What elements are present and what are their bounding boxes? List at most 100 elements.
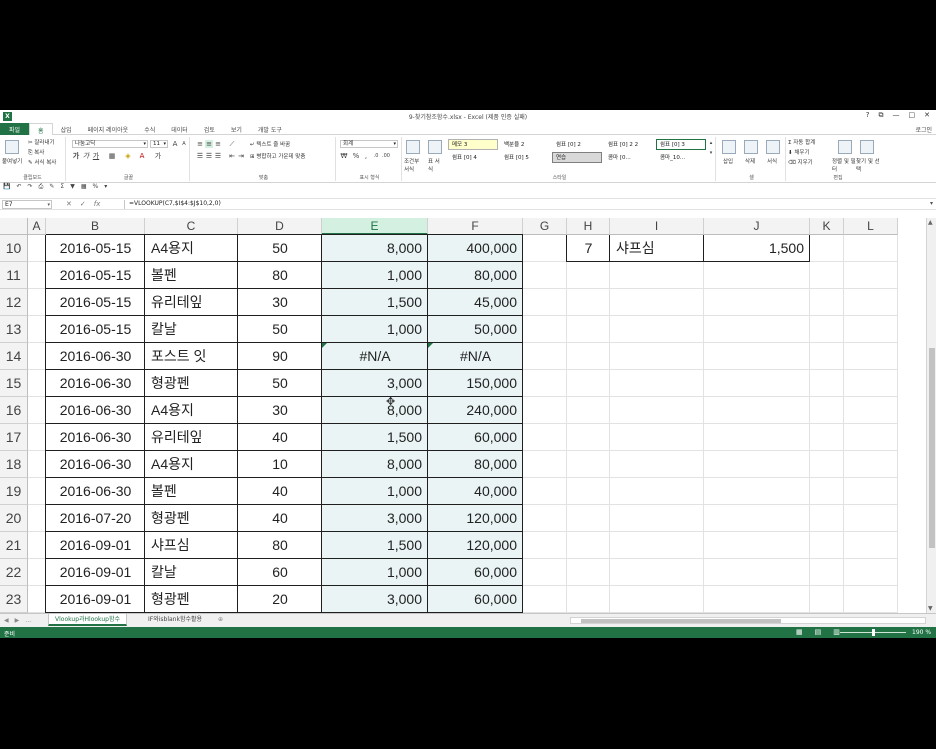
price-cell[interactable]: 3,000 [322,370,428,397]
item-cell[interactable]: 칼날 [145,559,238,586]
style-item[interactable]: 쉼표 [0] 3 [656,139,706,150]
number-format-combo[interactable]: 회계 [340,140,398,148]
tab-review[interactable]: 검토 [196,123,223,135]
delete-cells-icon[interactable] [744,140,758,154]
print-preview-icon[interactable]: ⎙ [39,183,44,193]
sum-icon[interactable]: Σ [60,183,64,193]
column-header-i[interactable]: I [610,218,704,235]
autosum-button[interactable]: Σ 자동 합계 [788,138,815,146]
comma-button[interactable]: , [362,152,370,160]
sheet-tab-vlookup[interactable]: Vlookup과Hlookup함수 [48,614,127,626]
date-cell[interactable]: 2016-05-15 [46,316,145,343]
table-format-button[interactable]: 표 서식 [428,157,444,173]
insert-cells-button[interactable]: 삽입 [723,157,733,165]
date-cell[interactable]: 2016-06-30 [46,343,145,370]
item-cell[interactable]: 볼펜 [145,262,238,289]
date-cell[interactable]: 2016-05-15 [46,262,145,289]
quantity-cell[interactable]: 80 [238,532,322,559]
row-header[interactable]: 23 [0,586,28,613]
date-cell[interactable]: 2016-05-15 [46,289,145,316]
grow-font-icon[interactable]: A [171,140,179,148]
wrap-text-button[interactable]: ↵ 텍스트 줄 바꿈 [250,140,290,148]
ribbon-display-button[interactable]: ⧉ [879,111,884,120]
amount-cell[interactable]: 150,000 [428,370,523,397]
quantity-cell[interactable]: 50 [238,316,322,343]
date-cell[interactable]: 2016-07-20 [46,505,145,532]
row-header[interactable]: 16 [0,397,28,424]
next-sheet-icon[interactable]: ▶ [15,617,20,624]
quantity-cell[interactable]: 20 [238,586,322,613]
error-indicator-icon[interactable] [428,343,433,348]
paste-icon[interactable] [5,140,19,154]
accounting-icon[interactable]: ₩ [340,152,348,160]
percent-icon[interactable]: % [92,183,98,193]
page-break-view-icon[interactable]: ▥ [833,628,840,636]
login-link[interactable]: 로그인 [915,125,932,134]
item-cell[interactable]: A4용지 [145,451,238,478]
column-header-k[interactable]: K [810,218,844,235]
maximize-button[interactable]: □ [909,111,916,120]
align-center-icon[interactable]: ☰ [205,152,213,160]
sort-filter-icon[interactable] [838,140,852,154]
quantity-cell[interactable]: 40 [238,478,322,505]
amount-cell[interactable]: 45,000 [428,289,523,316]
amount-cell[interactable]: 60,000 [428,424,523,451]
align-bottom-icon[interactable]: ≡ [214,140,222,148]
minimize-button[interactable]: — [893,111,900,120]
italic-button[interactable]: 가 [82,152,90,160]
tab-insert[interactable]: 삽입 [53,123,80,135]
expand-formula-icon[interactable]: ▾ [930,200,933,207]
normal-view-icon[interactable]: ▦ [796,628,803,636]
prev-sheet-icon[interactable]: ◀ [4,617,9,624]
scroll-down-icon[interactable]: ▼ [928,605,933,612]
underline-button[interactable]: 가 [92,152,100,160]
quantity-cell[interactable]: 50 [238,235,322,262]
border-icon[interactable]: ▦ [108,152,116,160]
column-header-l[interactable]: L [844,218,898,235]
customize-qat-icon[interactable]: ▾ [104,183,107,193]
find-select-button[interactable]: 찾기 및 선택 [856,157,880,173]
amount-cell[interactable]: 240,000 [428,397,523,424]
format-painter-icon[interactable]: ✎ [49,183,54,193]
decrease-decimal-icon[interactable]: .00 [382,152,390,160]
column-header-a[interactable]: A [28,218,46,235]
item-cell[interactable]: A4용지 [145,397,238,424]
grid-icon[interactable]: ▦ [81,183,87,193]
horizontal-scroll-thumb[interactable] [581,619,781,623]
row-header[interactable]: 22 [0,559,28,586]
price-cell[interactable]: 3,000 [322,586,428,613]
price-cell[interactable]: 1,000 [322,262,428,289]
date-cell[interactable]: 2016-09-01 [46,586,145,613]
zoom-level[interactable]: 190 % [912,629,931,636]
style-item[interactable]: 연습 [552,152,602,163]
amount-cell[interactable]: 120,000 [428,505,523,532]
style-item[interactable]: 쉼표 [0] 4 [448,152,498,163]
quantity-cell[interactable]: 50 [238,370,322,397]
page-layout-view-icon[interactable]: ▤ [815,628,822,636]
lookup-price-cell[interactable]: 1,500 [704,235,810,262]
font-color-icon[interactable]: A [138,152,146,160]
indent-increase-icon[interactable]: ⇥ [237,152,245,160]
column-header-c[interactable]: C [145,218,238,235]
date-cell[interactable]: 2016-06-30 [46,424,145,451]
date-cell[interactable]: 2016-06-30 [46,451,145,478]
quantity-cell[interactable]: 90 [238,343,322,370]
row-header[interactable]: 13 [0,316,28,343]
tab-data[interactable]: 데이터 [163,123,196,135]
quantity-cell[interactable]: 40 [238,424,322,451]
tab-view[interactable]: 보기 [223,123,250,135]
amount-cell[interactable]: 80,000 [428,262,523,289]
vertical-scrollbar[interactable]: ▲ ▼ [926,218,936,613]
item-cell[interactable]: 형광펜 [145,370,238,397]
style-item[interactable]: 쉼표 [0] 2 [552,139,602,150]
styles-scroll-up-icon[interactable]: ▴ [707,139,715,147]
filter-icon[interactable]: ▼ [70,183,75,193]
row-header[interactable]: 14 [0,343,28,370]
price-cell[interactable]: #N/A [322,343,428,370]
quantity-cell[interactable]: 30 [238,289,322,316]
column-header-b[interactable]: B [46,218,145,235]
item-cell[interactable]: 형광펜 [145,586,238,613]
redo-icon[interactable]: ↷ [28,183,33,193]
enter-icon[interactable]: ✓ [80,200,86,208]
row-header[interactable]: 11 [0,262,28,289]
